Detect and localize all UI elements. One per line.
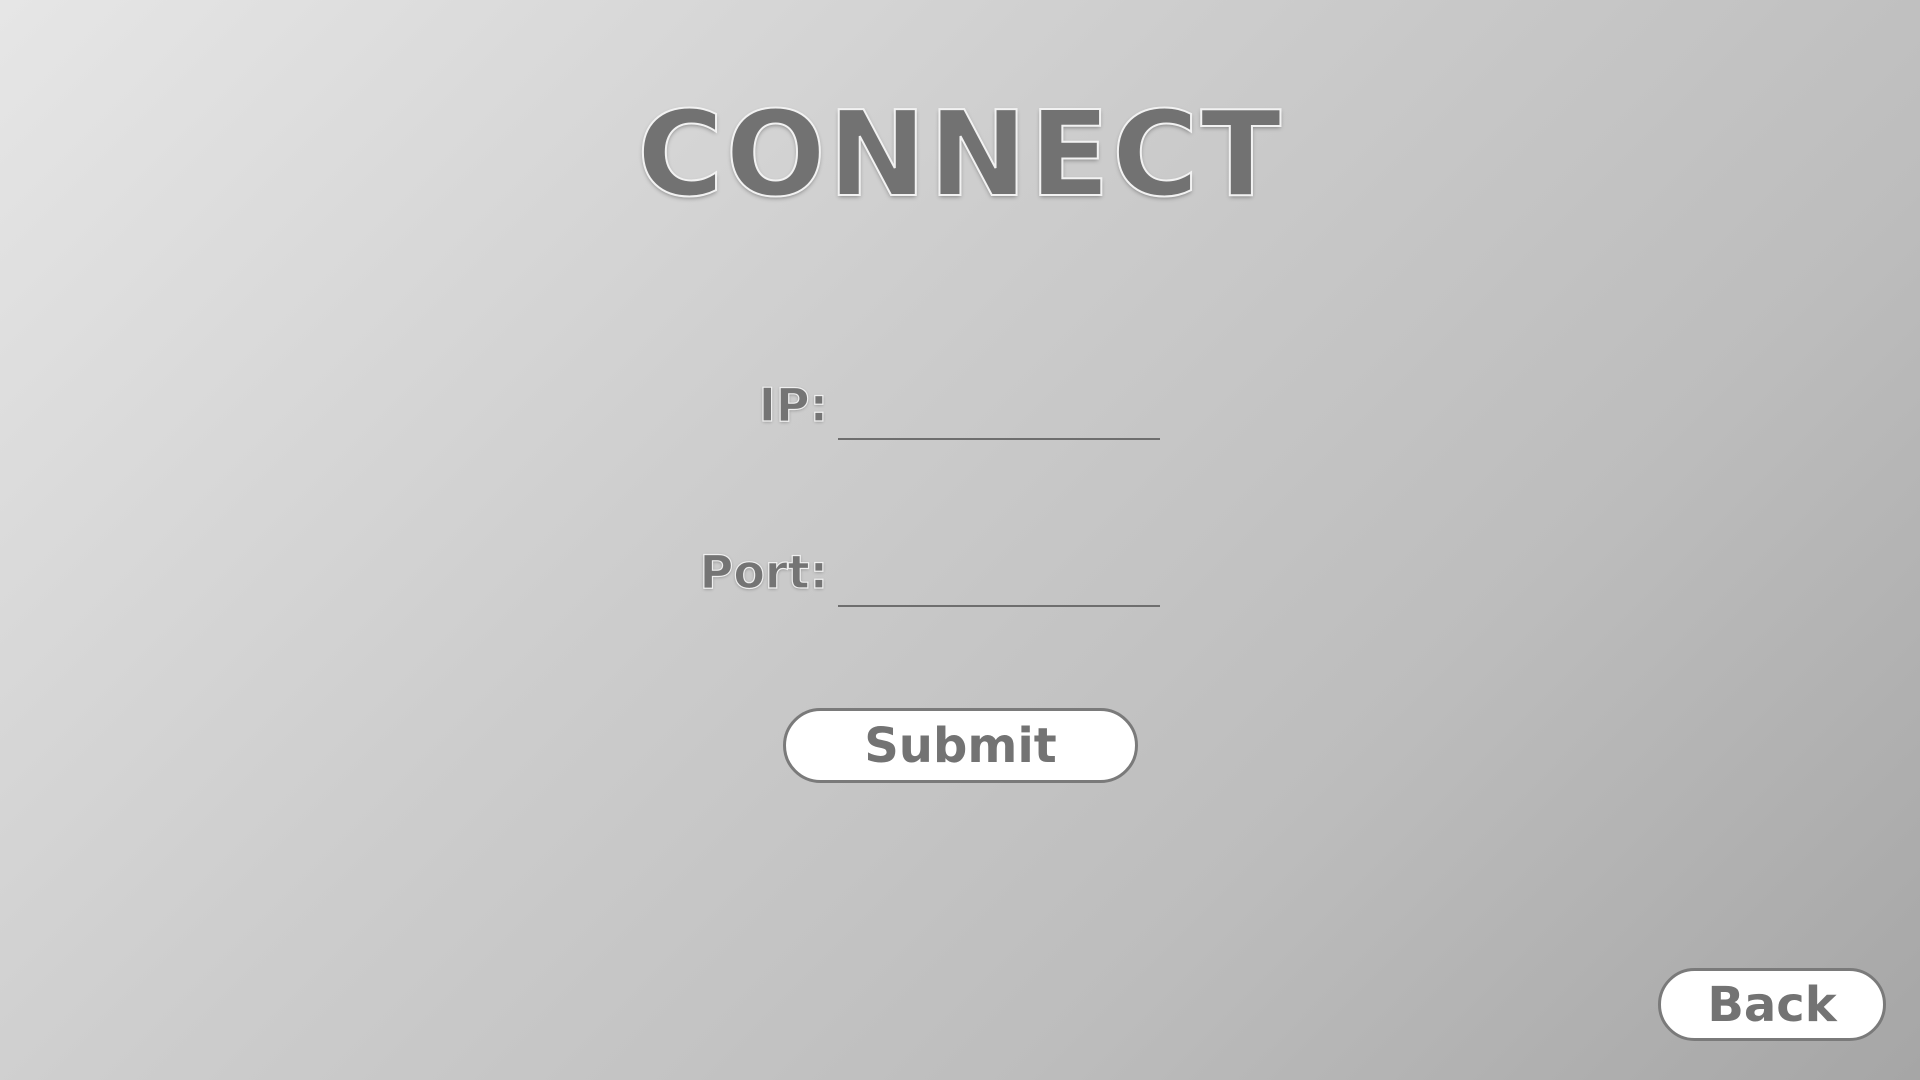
port-input[interactable] xyxy=(838,557,1160,607)
port-label: Port: xyxy=(699,545,829,599)
back-button[interactable]: Back xyxy=(1658,968,1886,1041)
ip-field-row: IP: xyxy=(0,360,1920,440)
submit-button[interactable]: Submit xyxy=(783,708,1138,783)
ip-label: IP: xyxy=(758,378,828,432)
port-field-row: Port: xyxy=(0,527,1920,607)
ip-input[interactable] xyxy=(838,390,1160,440)
page-title: CONNECT xyxy=(636,85,1284,223)
